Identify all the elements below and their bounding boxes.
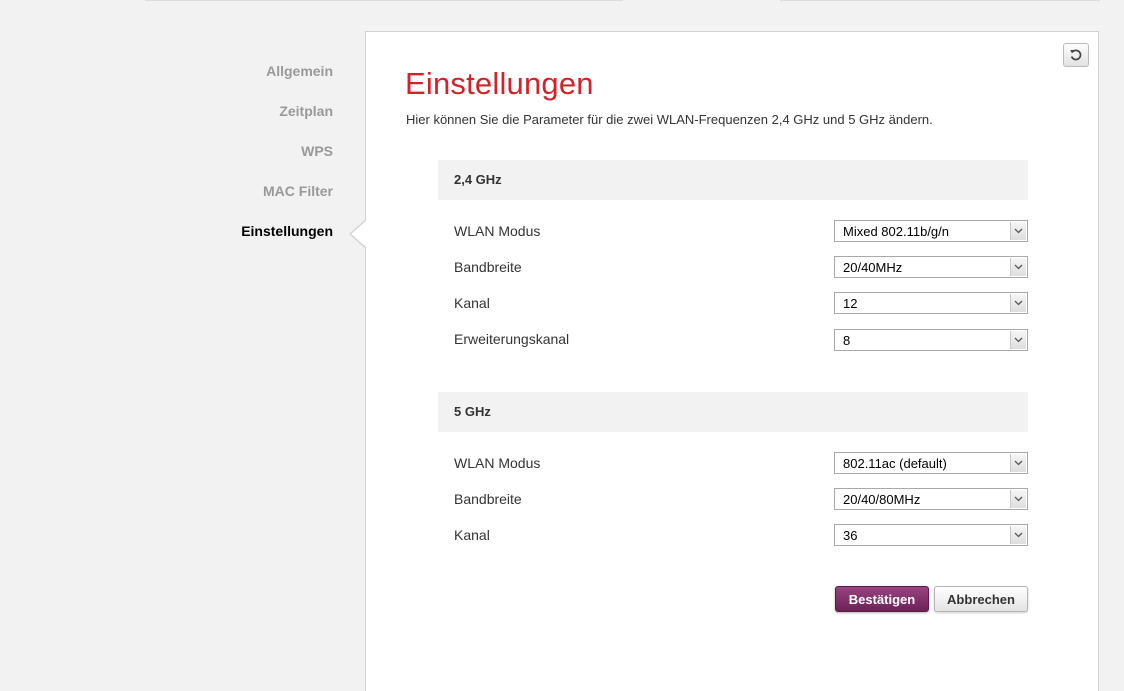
page-description: Hier können Sie die Parameter für die zw… <box>406 112 933 127</box>
active-item-pointer-fill <box>351 220 367 248</box>
select-erweiterungskanal-24[interactable]: 8 <box>834 329 1028 351</box>
section-header-2-4-ghz: 2,4 GHz <box>438 160 1028 200</box>
select-value: 802.11ac (default) <box>843 456 947 471</box>
label-kanal-5: Kanal <box>454 527 490 543</box>
cancel-button[interactable]: Abbrechen <box>934 586 1028 612</box>
select-wlan-modus-5[interactable]: 802.11ac (default) <box>834 452 1028 474</box>
top-divider-left <box>145 0 623 1</box>
chevron-down-icon <box>1010 454 1026 472</box>
reset-button[interactable] <box>1063 43 1089 67</box>
label-erweiterungskanal-24: Erweiterungskanal <box>454 331 570 347</box>
select-kanal-24[interactable]: 12 <box>834 292 1028 314</box>
select-value: 36 <box>843 528 858 543</box>
select-value: 20/40/80MHz <box>843 492 921 507</box>
section-header-5-ghz: 5 GHz <box>438 392 1028 432</box>
select-kanal-5[interactable]: 36 <box>834 524 1028 546</box>
select-bandbreite-5[interactable]: 20/40/80MHz <box>834 488 1028 510</box>
top-divider-right <box>780 0 1100 1</box>
label-kanal-24: Kanal <box>454 295 490 311</box>
sidebar-item-einstellungen[interactable]: Einstellungen <box>241 223 333 239</box>
chevron-down-icon <box>1010 222 1026 240</box>
label-bandbreite-24: Bandbreite <box>454 259 522 275</box>
chevron-down-icon <box>1010 526 1026 544</box>
sidebar-item-zeitplan[interactable]: Zeitplan <box>279 103 333 119</box>
select-bandbreite-24[interactable]: 20/40MHz <box>834 256 1028 278</box>
select-value: 8 <box>843 333 851 348</box>
settings-panel: Einstellungen Hier können Sie die Parame… <box>365 31 1099 691</box>
chevron-down-icon <box>1010 294 1026 312</box>
select-wlan-modus-24[interactable]: Mixed 802.11b/g/n <box>834 220 1028 242</box>
label-wlan-modus-5: WLAN Modus <box>454 455 541 471</box>
select-value: Mixed 802.11b/g/n <box>843 224 949 239</box>
sidebar-item-allgemein[interactable]: Allgemein <box>266 63 333 79</box>
sidebar-item-mac-filter[interactable]: MAC Filter <box>263 183 333 199</box>
refresh-icon <box>1070 49 1082 61</box>
select-value: 20/40MHz <box>843 260 903 275</box>
chevron-down-icon <box>1010 258 1026 276</box>
chevron-down-icon <box>1010 490 1026 508</box>
chevron-down-icon <box>1010 331 1026 349</box>
label-wlan-modus-24: WLAN Modus <box>454 223 541 239</box>
select-value: 12 <box>843 296 858 311</box>
page-title: Einstellungen <box>405 66 594 101</box>
confirm-button[interactable]: Bestätigen <box>835 586 929 612</box>
label-bandbreite-5: Bandbreite <box>454 491 522 507</box>
sidebar-item-wps[interactable]: WPS <box>301 143 333 159</box>
